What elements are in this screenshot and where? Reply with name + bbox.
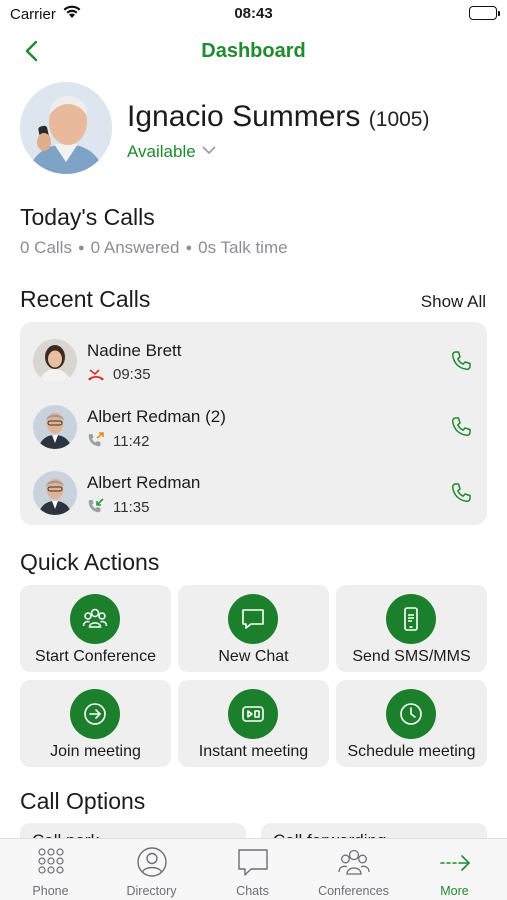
incoming-call-icon — [87, 498, 105, 513]
todays-calls-stats: 0 Calls ● 0 Answered ● 0s Talk time — [20, 238, 288, 257]
schedule-meeting-button[interactable]: Schedule meeting — [336, 680, 487, 767]
avatar — [33, 471, 77, 515]
action-label: New Chat — [218, 648, 289, 665]
caller-name: Nadine Brett — [87, 341, 182, 360]
avatar — [33, 339, 77, 383]
tab-label: Conferences — [318, 884, 389, 898]
status-bar: Carrier 08:43 — [0, 0, 507, 28]
avatar[interactable] — [20, 82, 112, 174]
call-options-heading: Call Options — [20, 788, 146, 814]
battery-icon — [469, 6, 500, 20]
clock-icon — [386, 689, 436, 739]
start-conference-button[interactable]: Start Conference — [20, 585, 171, 672]
more-arrow-icon — [438, 847, 472, 879]
call-time: 11:42 — [113, 433, 150, 450]
tab-phone[interactable]: Phone — [0, 839, 101, 900]
call-back-button[interactable] — [449, 415, 475, 441]
nav-header: Dashboard — [0, 30, 507, 76]
chat-bubble-icon — [236, 847, 270, 879]
tab-label: Directory — [126, 884, 177, 898]
recent-call-row[interactable]: Nadine Brett 09:35 — [20, 325, 487, 391]
action-label: Join meeting — [50, 743, 141, 760]
caller-name: Albert Redman (2) — [87, 407, 226, 426]
tab-label: Chats — [236, 884, 269, 898]
talk-time: 0s Talk time — [198, 238, 288, 257]
recent-call-row[interactable]: Albert Redman (2) 11:42 — [20, 391, 487, 457]
clock-time: 08:43 — [234, 5, 273, 22]
action-label: Start Conference — [35, 648, 156, 665]
recent-calls-list: Nadine Brett 09:35 Albert Redman (2) 11:… — [20, 322, 487, 525]
call-time: 09:35 — [113, 366, 151, 383]
avatar — [33, 405, 77, 449]
phone-icon — [451, 351, 471, 371]
conference-icon — [70, 594, 120, 644]
calls-count: 0 Calls — [20, 238, 72, 257]
presence-status-selector[interactable]: Available — [127, 142, 216, 162]
caller-name: Albert Redman — [87, 473, 201, 492]
person-icon — [135, 847, 169, 879]
outgoing-call-icon — [87, 432, 105, 447]
tab-conferences[interactable]: Conferences — [303, 839, 404, 900]
join-icon — [70, 689, 120, 739]
quick-actions-heading: Quick Actions — [20, 549, 160, 575]
call-time: 11:35 — [113, 499, 150, 516]
action-label: Instant meeting — [198, 743, 309, 760]
tab-directory[interactable]: Directory — [101, 839, 202, 900]
user-extension: (1005) — [368, 108, 430, 131]
todays-calls-heading: Today's Calls — [20, 204, 155, 230]
group-icon — [337, 847, 371, 879]
page-title: Dashboard — [201, 40, 306, 62]
new-chat-button[interactable]: New Chat — [178, 585, 329, 672]
tab-label: Phone — [32, 884, 69, 898]
recent-call-row[interactable]: Albert Redman 11:35 — [20, 457, 487, 523]
keypad-icon — [34, 847, 68, 879]
show-all-link[interactable]: Show All — [421, 292, 486, 312]
tab-label: More — [440, 884, 469, 898]
sms-icon — [386, 594, 436, 644]
video-icon — [228, 689, 278, 739]
call-back-button[interactable] — [449, 481, 475, 507]
tab-chats[interactable]: Chats — [202, 839, 303, 900]
send-sms-button[interactable]: Send SMS/MMS — [336, 585, 487, 672]
tab-bar: Phone Directory Chats Conferences More — [0, 838, 507, 900]
phone-icon — [451, 483, 471, 503]
tab-more[interactable]: More — [404, 839, 505, 900]
call-back-button[interactable] — [449, 349, 475, 375]
action-label: Send SMS/MMS — [352, 648, 471, 665]
profile-header: Ignacio Summers (1005) Available — [20, 82, 487, 178]
action-label: Schedule meeting — [347, 743, 476, 760]
missed-call-icon — [87, 367, 105, 381]
phone-icon — [451, 417, 471, 437]
user-name: Ignacio Summers (1005) — [127, 100, 430, 133]
join-meeting-button[interactable]: Join meeting — [20, 680, 171, 767]
chevron-down-icon — [202, 143, 216, 158]
recent-calls-heading: Recent Calls — [20, 286, 151, 312]
answered-count: 0 Answered — [90, 238, 180, 257]
presence-status-label: Available — [127, 142, 196, 161]
instant-meeting-button[interactable]: Instant meeting — [178, 680, 329, 767]
chat-icon — [228, 594, 278, 644]
